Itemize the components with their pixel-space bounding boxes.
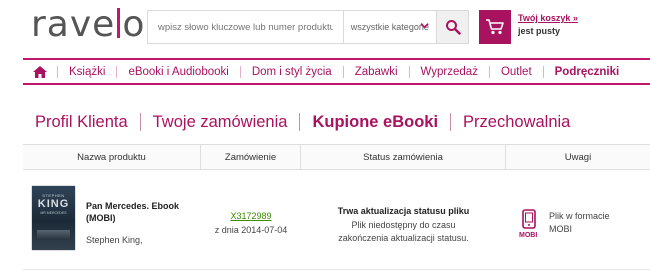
status-line: zakończenia aktualizacji statusu. [338, 233, 469, 243]
status-line: Plik niedostępny do czasu [351, 220, 456, 230]
category-select-value: wszystkie kategorie [350, 22, 429, 32]
nav-item-podreczniki[interactable]: Podręczniki [542, 65, 631, 78]
cart-link[interactable]: Twój koszyk » [518, 12, 578, 25]
product-format-line: (MOBI) [86, 213, 116, 223]
tab-twoje-zamowienia[interactable]: Twoje zamówienia [139, 113, 300, 131]
column-header-product: Nazwa produktu [23, 145, 201, 169]
tab-kupione-ebooki[interactable]: Kupione eBooki [299, 113, 450, 131]
tab-profil-klienta[interactable]: Profil Klienta [22, 113, 140, 131]
logo-text: rave [31, 4, 116, 45]
notes-cell: MOBI Plik w formacie MOBI [506, 182, 650, 269]
cover-name: KING [37, 198, 70, 210]
logo-text-end: o [122, 4, 146, 45]
status-cell: Trwa aktualizacja statusu pliku Plik nie… [301, 182, 506, 269]
product-title-line: Pan Mercedes. Ebook [86, 201, 180, 211]
search-bar: wszystkie kategorie [147, 10, 469, 44]
nav-home[interactable] [23, 60, 57, 83]
ereader-icon [522, 209, 536, 229]
format-note-line: MOBI [549, 224, 573, 234]
table-header: Nazwa produktu Zamówienie Status zamówie… [23, 144, 650, 170]
logo-bar [117, 8, 121, 38]
order-number-link[interactable]: X3172989 [201, 211, 301, 221]
cover-subtitle: MR MERCEDES [40, 211, 67, 215]
search-input[interactable] [148, 11, 343, 43]
format-label: MOBI [519, 232, 538, 239]
search-icon [445, 20, 461, 35]
main-nav: Książki eBooki i Audiobooki Dom i styl ż… [23, 58, 650, 85]
order-cell: X3172989 z dnia 2014-07-04 [201, 182, 301, 269]
tab-przechowalnia[interactable]: Przechowalnia [450, 113, 582, 131]
format-note: Plik w formacie MOBI [549, 210, 610, 236]
nav-item-zabawki[interactable]: Zabawki [342, 65, 409, 78]
order-date: z dnia 2014-07-04 [214, 225, 288, 235]
cart-status: jest pusty [518, 26, 561, 36]
home-icon [33, 65, 47, 78]
status-title: Trwa aktualizacja statusu pliku [337, 206, 470, 216]
table-row: STEPHEN KING MR MERCEDES Pan Mercedes. E… [23, 182, 650, 270]
cart-icon [486, 19, 504, 35]
nav-item-ebooki[interactable]: eBooki i Audiobooki [116, 65, 239, 78]
nav-item-wyprzedaz[interactable]: Wyprzedaż [408, 65, 489, 78]
cart-widget[interactable]: Twój koszyk » jest pusty [479, 10, 650, 44]
column-header-status: Status zamówienia [301, 145, 506, 169]
status-description: Plik niedostępny do czasu zakończenia ak… [301, 219, 506, 245]
cover-art [37, 230, 70, 240]
account-tabs: Profil Klienta Twoje zamówienia Kupione … [22, 109, 582, 135]
nav-item-ksiazki[interactable]: Książki [57, 65, 116, 78]
category-select[interactable]: wszystkie kategorie [342, 11, 436, 43]
cart-icon-box [479, 10, 511, 44]
search-button[interactable] [436, 11, 468, 43]
product-title[interactable]: Pan Mercedes. Ebook (MOBI) [86, 200, 179, 224]
nav-item-outlet[interactable]: Outlet [488, 65, 543, 78]
product-cell: STEPHEN KING MR MERCEDES Pan Mercedes. E… [23, 182, 201, 269]
chevron-down-icon [420, 23, 429, 29]
nav-item-dom[interactable]: Dom i styl życia [239, 65, 343, 78]
product-author: Stephen King, [86, 235, 143, 245]
format-note-line: Plik w formacie [549, 211, 610, 221]
book-cover[interactable]: STEPHEN KING MR MERCEDES [32, 186, 75, 250]
ravelo-logo[interactable]: rave o [31, 3, 145, 47]
column-header-notes: Uwagi [564, 151, 592, 163]
column-header-order: Zamówienie [201, 145, 301, 169]
